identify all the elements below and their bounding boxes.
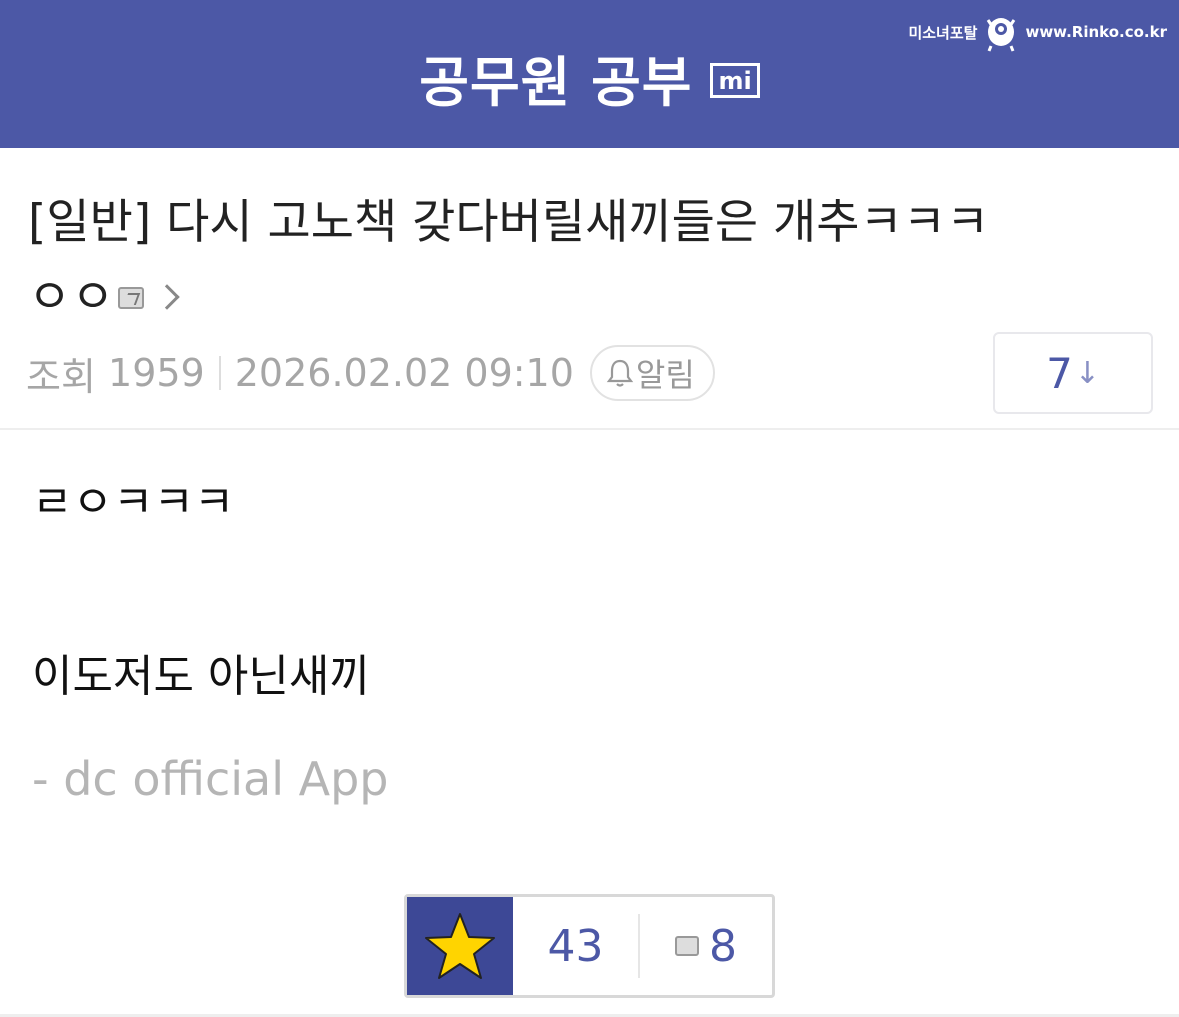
post-body-line: ㄹㅇㅋㅋㅋ <box>32 477 235 528</box>
divider <box>0 428 1179 430</box>
star-icon <box>425 913 495 979</box>
views-count: 1959 <box>108 351 205 395</box>
recommend-count: 43 <box>547 920 604 972</box>
post-title-text: [일반] 다시 고노책 갖다버릴새끼들은 개추ㅋㅋㅋ <box>28 195 990 250</box>
recommend-box: 43 8 <box>404 894 775 998</box>
post-datetime: 2026.02.02 09:10 <box>234 351 574 395</box>
post-title-author: ㅇㅇ <box>28 270 115 325</box>
chevron-right-icon[interactable] <box>154 283 181 310</box>
recommend-button[interactable] <box>407 897 513 995</box>
alarm-label: 알림 <box>635 356 695 394</box>
post-body-line: 이도저도 아닌새끼 <box>32 651 370 702</box>
comment-jump-button[interactable]: 7 ↓ <box>993 332 1153 414</box>
watermark-url: www.Rinko.co.kr <box>1025 23 1167 41</box>
post-meta: 조회 1959 2026.02.02 09:10 알림 <box>26 345 715 401</box>
arrow-down-icon: ↓ <box>1074 355 1100 391</box>
board-title[interactable]: 공무원 공부 <box>419 38 692 117</box>
mobile-comment-icon <box>118 286 145 309</box>
post-signature: - dc official App <box>32 752 389 806</box>
comment-count: 7 <box>1046 348 1073 398</box>
bell-icon <box>606 359 634 387</box>
watermark-brand: 미소녀포탈 <box>908 23 978 42</box>
watermark: 미소녀포탈 www.Rinko.co.kr <box>908 12 1167 52</box>
post-title[interactable]: [일반] 다시 고노책 갖다버릴새끼들은 개추ㅋㅋㅋ ㅇㅇ <box>28 185 1148 335</box>
alarm-button[interactable]: 알림 <box>589 345 715 401</box>
meta-divider <box>218 356 221 390</box>
views-label: 조회 <box>26 354 96 399</box>
mobile-recommend[interactable]: 8 <box>640 897 772 995</box>
board-header: 공무원 공부 mi 미소녀포탈 www.Rinko.co.kr <box>0 0 1179 148</box>
mobile-recommend-count: 8 <box>709 920 737 972</box>
mascot-icon <box>987 18 1016 52</box>
minor-gallery-badge: mi <box>710 63 760 98</box>
mobile-icon <box>675 936 699 956</box>
